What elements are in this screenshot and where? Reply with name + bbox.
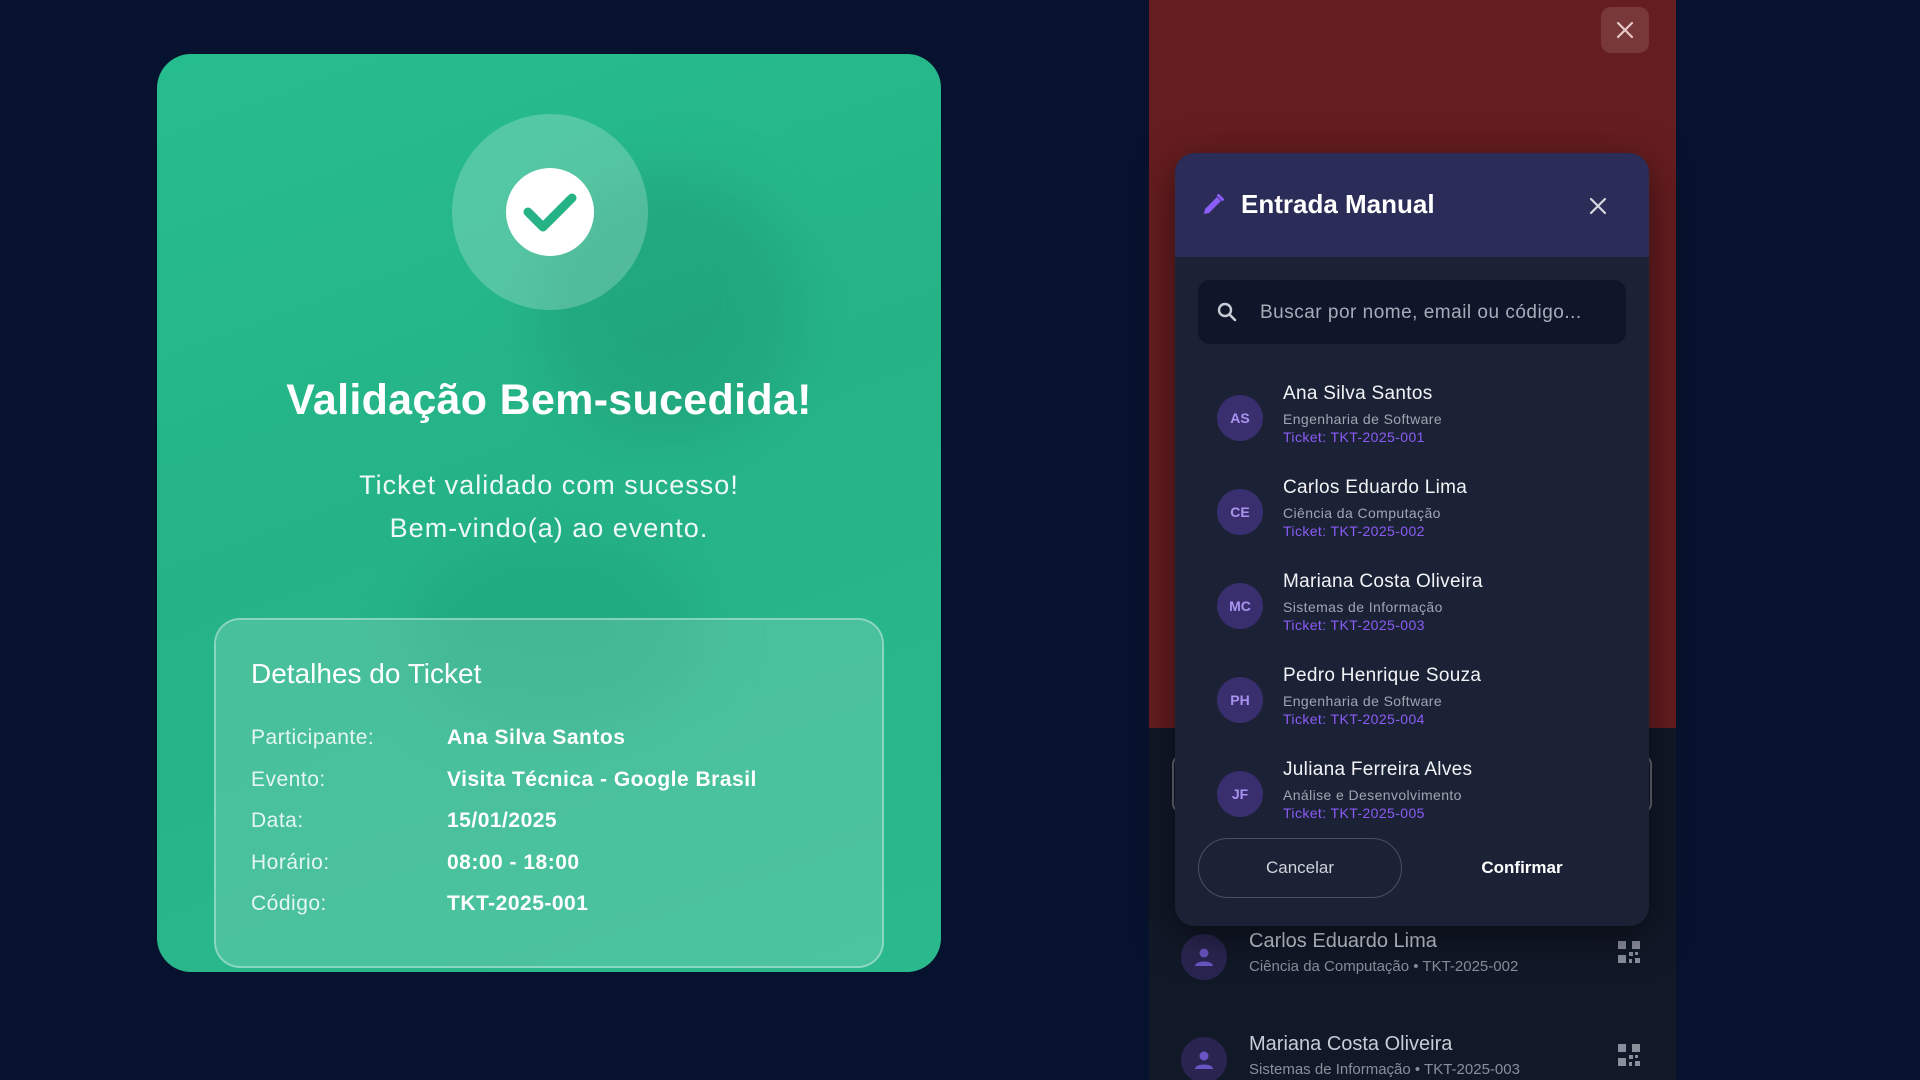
modal-header: Entrada Manual	[1175, 153, 1649, 257]
pencil-icon	[1201, 193, 1225, 222]
detail-label: Horário:	[251, 851, 330, 874]
confirm-button[interactable]: Confirmar	[1418, 838, 1626, 898]
detail-label: Evento:	[251, 768, 326, 791]
participant-name: Juliana Ferreira Alves	[1283, 759, 1473, 780]
participant-name: Mariana Costa Oliveira	[1283, 571, 1483, 592]
detail-label: Código:	[251, 892, 327, 915]
participant-ticket: Ticket: TKT-2025-003	[1283, 617, 1425, 633]
success-subtitle-line2: Bem-vindo(a) ao evento.	[389, 513, 709, 543]
detail-value: 08:00 - 18:00	[447, 851, 580, 874]
participant-meta: Sistemas de Informação • TKT-2025-003	[1249, 1061, 1520, 1078]
manual-entry-modal: Entrada Manual AS Ana Silva Santos Engen…	[1175, 153, 1649, 926]
participant-course: Sistemas de Informação	[1283, 599, 1443, 615]
detail-label: Data:	[251, 809, 304, 832]
modal-close-button[interactable]	[1583, 191, 1613, 221]
search-input[interactable]	[1258, 280, 1612, 346]
cancel-button[interactable]: Cancelar	[1198, 838, 1402, 898]
detail-value: 15/01/2025	[447, 809, 558, 832]
qr-code-icon[interactable]	[1617, 940, 1641, 969]
participant-ticket: Ticket: TKT-2025-002	[1283, 523, 1425, 539]
modal-title: Entrada Manual	[1241, 189, 1435, 219]
success-title: Validação Bem-sucedida!	[286, 376, 812, 424]
ticket-details: Detalhes do Ticket Participante: Ana Sil…	[214, 618, 884, 968]
person-icon	[1181, 1037, 1227, 1080]
modal-footer: Cancelar Confirmar	[1175, 818, 1649, 926]
participant-meta: Ciência da Computação • TKT-2025-002	[1249, 958, 1519, 975]
participant-ticket: Ticket: TKT-2025-004	[1283, 711, 1425, 727]
list-item[interactable]: Mariana Costa Oliveira Sistemas de Infor…	[1181, 1033, 1651, 1080]
person-icon	[1181, 934, 1227, 980]
close-icon	[1616, 21, 1634, 39]
detail-label: Participante:	[251, 726, 375, 749]
participant-name: Carlos Eduardo Lima	[1283, 477, 1468, 498]
details-title: Detalhes do Ticket	[251, 658, 482, 689]
participant-name: Pedro Henrique Souza	[1283, 665, 1482, 686]
participant-course: Engenharia de Software	[1283, 693, 1443, 709]
list-item[interactable]: AS Ana Silva Santos Engenharia de Softwa…	[1175, 383, 1649, 473]
detail-value: Visita Técnica - Google Brasil	[447, 768, 757, 791]
avatar: MC	[1217, 583, 1263, 629]
participant-course: Ciência da Computação	[1283, 505, 1441, 521]
participant-course: Engenharia de Software	[1283, 411, 1443, 427]
participant-name: Carlos Eduardo Lima	[1249, 930, 1437, 952]
check-icon	[506, 168, 594, 256]
avatar: AS	[1217, 395, 1263, 441]
success-card: Validação Bem-sucedida! Ticket validado …	[157, 54, 941, 972]
avatar: PH	[1217, 677, 1263, 723]
avatar: JF	[1217, 771, 1263, 817]
search-box	[1198, 280, 1626, 346]
list-item[interactable]: Carlos Eduardo Lima Ciência da Computaçã…	[1181, 930, 1651, 980]
qr-code-icon[interactable]	[1617, 1043, 1641, 1072]
list-item[interactable]: PH Pedro Henrique Souza Engenharia de So…	[1175, 665, 1649, 755]
participant-name: Ana Silva Santos	[1283, 383, 1433, 404]
avatar: CE	[1217, 489, 1263, 535]
list-item[interactable]: CE Carlos Eduardo Lima Ciência da Comput…	[1175, 477, 1649, 567]
detail-value: TKT-2025-001	[447, 892, 589, 915]
participant-course: Análise e Desenvolvimento	[1283, 787, 1462, 803]
panel-close-button[interactable]	[1601, 7, 1649, 53]
participant-name: Mariana Costa Oliveira	[1249, 1033, 1453, 1055]
list-item[interactable]: MC Mariana Costa Oliveira Sistemas de In…	[1175, 571, 1649, 661]
close-icon	[1589, 197, 1607, 215]
search-icon	[1216, 301, 1238, 328]
detail-value: Ana Silva Santos	[447, 726, 626, 749]
success-subtitle-line1: Ticket validado com sucesso!	[359, 470, 739, 500]
participant-ticket: Ticket: TKT-2025-001	[1283, 429, 1425, 445]
